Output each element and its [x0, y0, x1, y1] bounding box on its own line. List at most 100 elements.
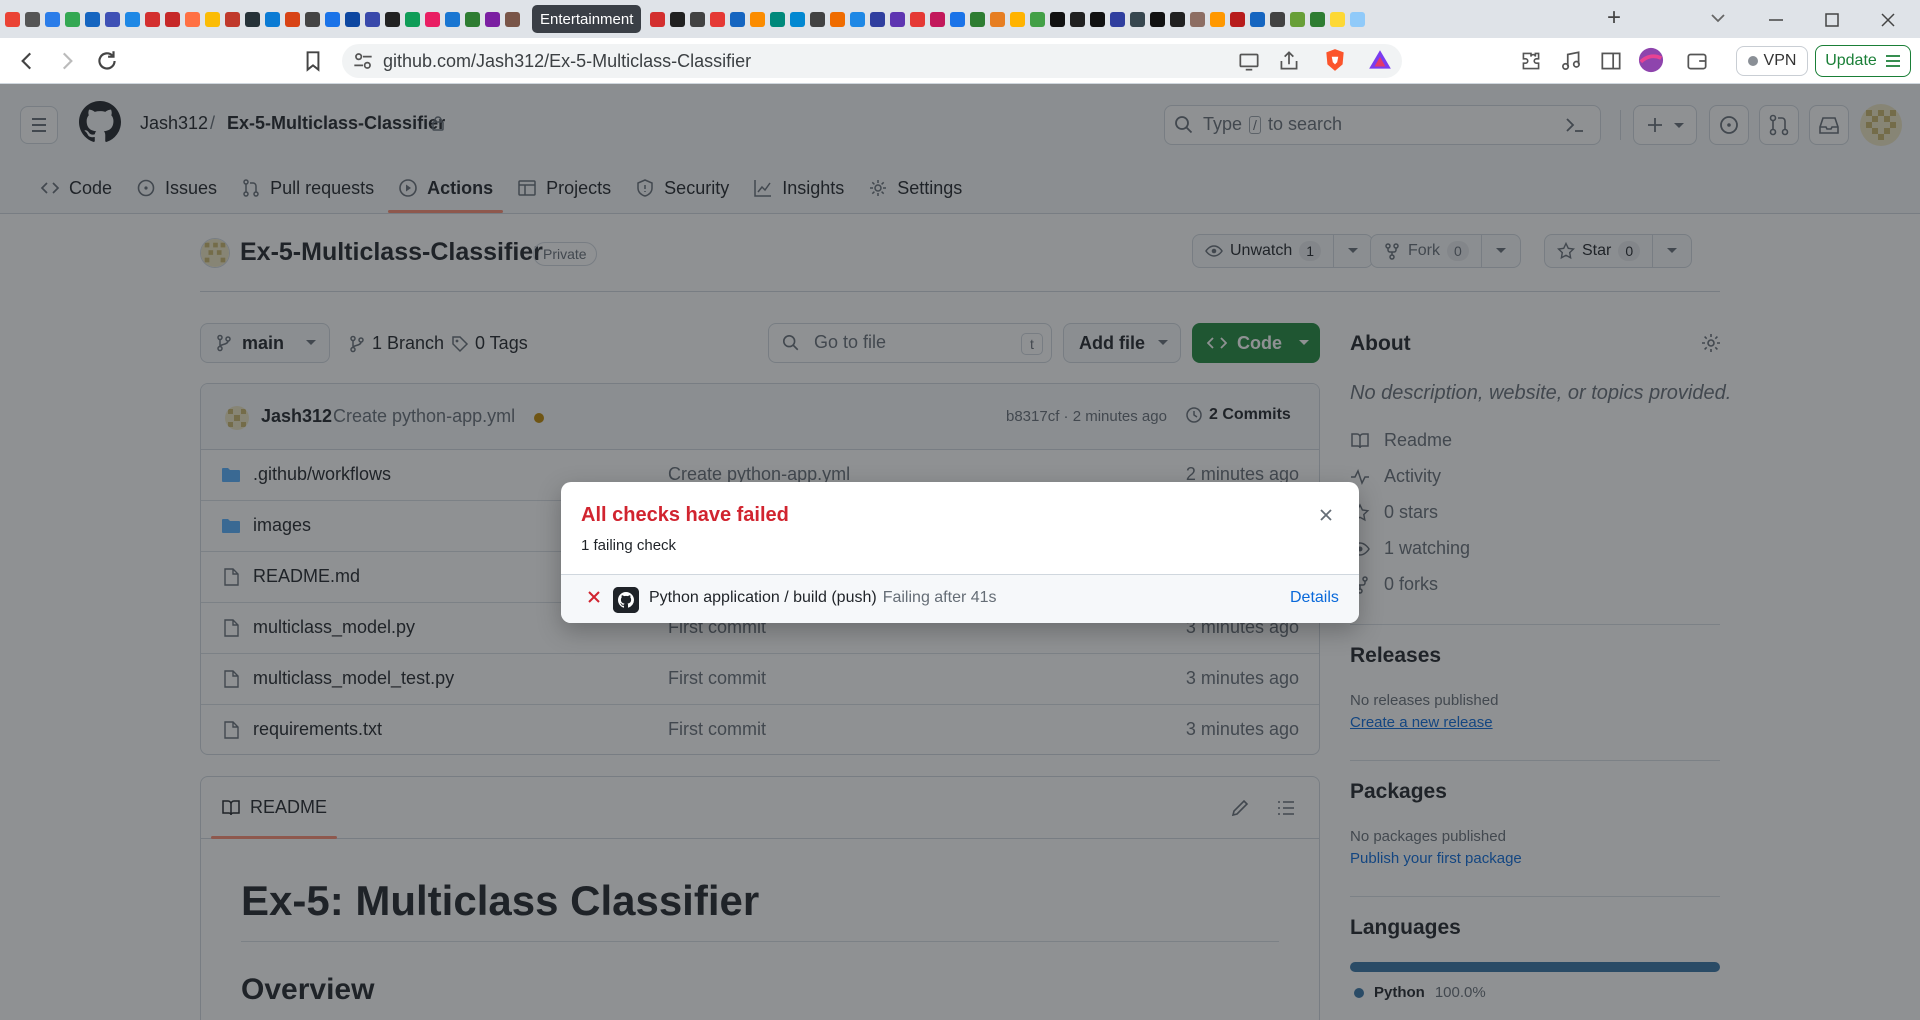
pinned-tab-favicon-icon[interactable] — [1230, 11, 1246, 27]
pinned-tab-favicon-icon[interactable] — [265, 11, 280, 27]
pinned-tab-favicon-icon[interactable] — [730, 11, 746, 27]
profile-avatar-icon[interactable] — [1638, 47, 1664, 73]
pinned-tab-favicon-icon[interactable] — [105, 11, 120, 27]
reload-icon[interactable] — [94, 48, 120, 74]
update-button[interactable]: Update — [1815, 45, 1911, 77]
pinned-tab-favicon-icon[interactable] — [445, 11, 460, 27]
check-row: Python application / build (push) Failing… — [561, 574, 1359, 623]
pinned-tab-favicon-icon[interactable] — [870, 11, 886, 27]
close-window-icon[interactable] — [1876, 8, 1900, 32]
share-icon[interactable] — [1276, 48, 1302, 74]
pinned-tab-favicon-icon[interactable] — [710, 11, 726, 27]
pinned-tab-favicon-icon[interactable] — [950, 11, 966, 27]
vpn-button[interactable]: VPN — [1736, 46, 1808, 76]
pinned-tab-favicon-icon[interactable] — [405, 11, 420, 27]
pinned-tab-favicon-icon[interactable] — [245, 11, 260, 27]
x-icon — [588, 591, 600, 603]
pinned-tab-favicon-icon[interactable] — [970, 11, 986, 27]
pinned-tab-favicon-icon[interactable] — [485, 11, 500, 27]
pinned-tab-favicon-icon[interactable] — [505, 11, 520, 27]
url-text[interactable]: github.com/Jash312/Ex-5-Multiclass-Class… — [383, 49, 751, 73]
pinned-tab-favicon-icon[interactable] — [1250, 11, 1266, 27]
pinned-tab-favicon-icon[interactable] — [1150, 11, 1166, 27]
pinned-tab-favicon-icon[interactable] — [285, 11, 300, 27]
pinned-tab-favicon-icon[interactable] — [1050, 11, 1066, 27]
pinned-tab-favicon-icon[interactable] — [85, 11, 100, 27]
pinned-tab-favicon-icon[interactable] — [425, 11, 440, 27]
pinned-tab-favicon-icon[interactable] — [345, 11, 360, 27]
pinned-tab-favicon-icon[interactable] — [990, 11, 1006, 27]
pinned-tab-favicon-icon[interactable] — [790, 11, 806, 27]
check-name: Python application / build (push) Failing… — [649, 589, 997, 607]
pinned-tab-favicon-icon[interactable] — [1090, 11, 1106, 27]
brave-rewards-icon[interactable] — [1367, 47, 1393, 73]
pinned-tab-favicon-icon[interactable] — [305, 11, 320, 27]
checks-dialog: All checks have failed 1 failing check P… — [561, 482, 1359, 623]
pinned-tab-favicon-icon[interactable] — [1070, 11, 1086, 27]
bookmark-icon[interactable] — [300, 48, 326, 74]
details-link[interactable]: Details — [1290, 589, 1339, 607]
pinned-tab-favicon-icon[interactable] — [1010, 11, 1026, 27]
close-icon[interactable] — [1317, 506, 1335, 524]
pinned-tab-favicon-icon[interactable] — [1190, 11, 1206, 27]
forward-icon[interactable] — [54, 48, 80, 74]
update-label: Update — [1825, 52, 1877, 69]
pinned-tab-favicon-icon[interactable] — [225, 11, 240, 27]
menu-lines-icon — [1885, 55, 1900, 67]
pinned-tab-favicon-icon[interactable] — [910, 11, 926, 27]
checks-dialog-title: All checks have failed — [581, 504, 789, 526]
wallet-icon[interactable] — [1684, 48, 1710, 74]
pinned-tab-favicon-icon[interactable] — [810, 11, 826, 27]
pinned-tab-favicon-icon[interactable] — [65, 11, 80, 27]
site-info-icon[interactable] — [350, 48, 376, 74]
cast-icon[interactable] — [1236, 48, 1262, 74]
pinned-tab-favicon-icon[interactable] — [205, 11, 220, 27]
pinned-tab-favicon-icon[interactable] — [1130, 11, 1146, 27]
pinned-tab-favicon-icon[interactable] — [1330, 11, 1346, 27]
pinned-tab-favicon-icon[interactable] — [165, 11, 180, 27]
restore-icon[interactable] — [1820, 8, 1844, 32]
check-title: Python application / build (push) — [649, 589, 877, 606]
pinned-tab-favicon-icon[interactable] — [890, 11, 906, 27]
pinned-tab-favicon-icon[interactable] — [650, 11, 666, 27]
tab-search-chevron-icon[interactable] — [1706, 6, 1730, 30]
pinned-tab-favicon-icon[interactable] — [185, 11, 200, 27]
pinned-tab-favicon-icon[interactable] — [125, 11, 140, 27]
pinned-tab-favicon-icon[interactable] — [670, 11, 686, 27]
pinned-favicons — [0, 11, 520, 27]
pinned-tab-favicon-icon[interactable] — [1290, 11, 1306, 27]
back-icon[interactable] — [14, 48, 40, 74]
pinned-tab-favicon-icon[interactable] — [1030, 11, 1046, 27]
pinned-tab-favicon-icon[interactable] — [385, 11, 400, 27]
pinned-tab-favicon-icon[interactable] — [930, 11, 946, 27]
pinned-tab-favicon-icon[interactable] — [1110, 11, 1126, 27]
pinned-tab-favicon-icon[interactable] — [465, 11, 480, 27]
sidebar-icon[interactable] — [1598, 48, 1624, 74]
new-tab-button[interactable]: + — [1600, 4, 1628, 32]
pinned-tab-favicon-icon[interactable] — [145, 11, 160, 27]
brave-shield-icon[interactable] — [1322, 47, 1348, 73]
check-status: Failing after 41s — [882, 589, 997, 606]
media-icon[interactable] — [1558, 48, 1584, 74]
github-actions-logo-icon — [613, 587, 639, 613]
pinned-tab-favicon-icon[interactable] — [1210, 11, 1226, 27]
pinned-favicons-right — [645, 11, 1366, 27]
checks-dialog-subtitle: 1 failing check — [581, 537, 677, 554]
pinned-tab-favicon-icon[interactable] — [325, 11, 340, 27]
pinned-tab-favicon-icon[interactable] — [1270, 11, 1286, 27]
pinned-tab-favicon-icon[interactable] — [45, 11, 60, 27]
pinned-tab-favicon-icon[interactable] — [365, 11, 380, 27]
pinned-tab-favicon-icon[interactable] — [690, 11, 706, 27]
tab-entertainment[interactable]: Entertainment — [532, 5, 642, 33]
pinned-tab-favicon-icon[interactable] — [850, 11, 866, 27]
pinned-tab-favicon-icon[interactable] — [750, 11, 766, 27]
pinned-tab-favicon-icon[interactable] — [1350, 11, 1366, 27]
pinned-tab-favicon-icon[interactable] — [25, 11, 40, 27]
pinned-tab-favicon-icon[interactable] — [5, 11, 20, 27]
pinned-tab-favicon-icon[interactable] — [1170, 11, 1186, 27]
pinned-tab-favicon-icon[interactable] — [830, 11, 846, 27]
pinned-tab-favicon-icon[interactable] — [770, 11, 786, 27]
pinned-tab-favicon-icon[interactable] — [1310, 11, 1326, 27]
minimize-icon[interactable] — [1764, 8, 1788, 32]
extensions-icon[interactable] — [1518, 48, 1544, 74]
